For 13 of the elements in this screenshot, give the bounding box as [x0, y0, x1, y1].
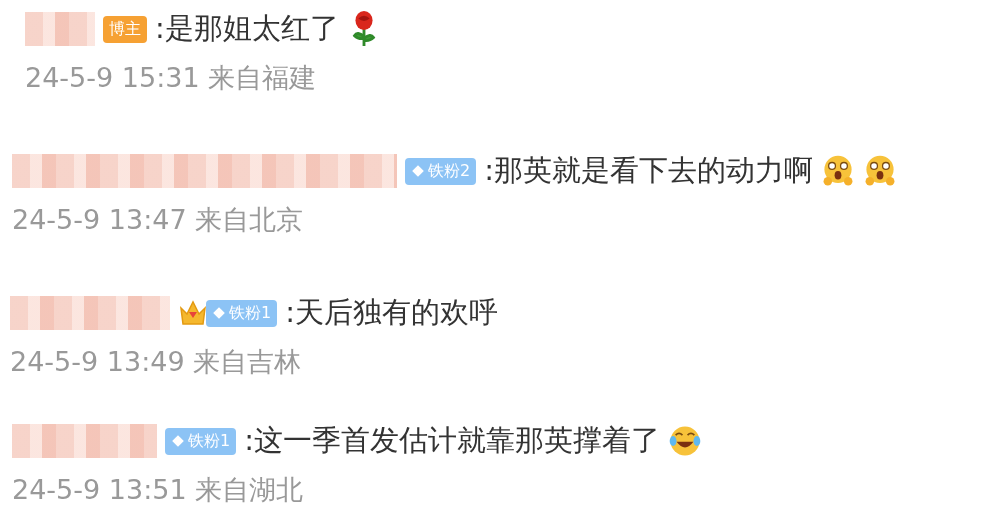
comment-time: 24-5-9 13:47 来自北京	[12, 203, 305, 237]
comment-text: :是那姐太红了	[155, 10, 339, 47]
fan-badge: 铁粉1	[165, 427, 237, 455]
comment-time: 24-5-9 13:49 来自吉林	[10, 345, 303, 379]
comment-time: 24-5-9 15:31 来自福建	[25, 61, 318, 95]
comment-text: :天后独有的欢呼	[285, 294, 498, 331]
blurred-username	[25, 12, 95, 46]
comment-text: :那英就是看下去的动力啊	[484, 152, 813, 189]
fan-badge: 博主	[103, 15, 147, 43]
comment-time: 24-5-9 13:51 来自湖北	[12, 473, 305, 507]
comment-text: :这一季首发估计就靠那英撑着了	[244, 422, 660, 459]
fan-badge: 铁粉2	[405, 157, 477, 185]
fan-badge: 铁粉1	[206, 299, 278, 327]
